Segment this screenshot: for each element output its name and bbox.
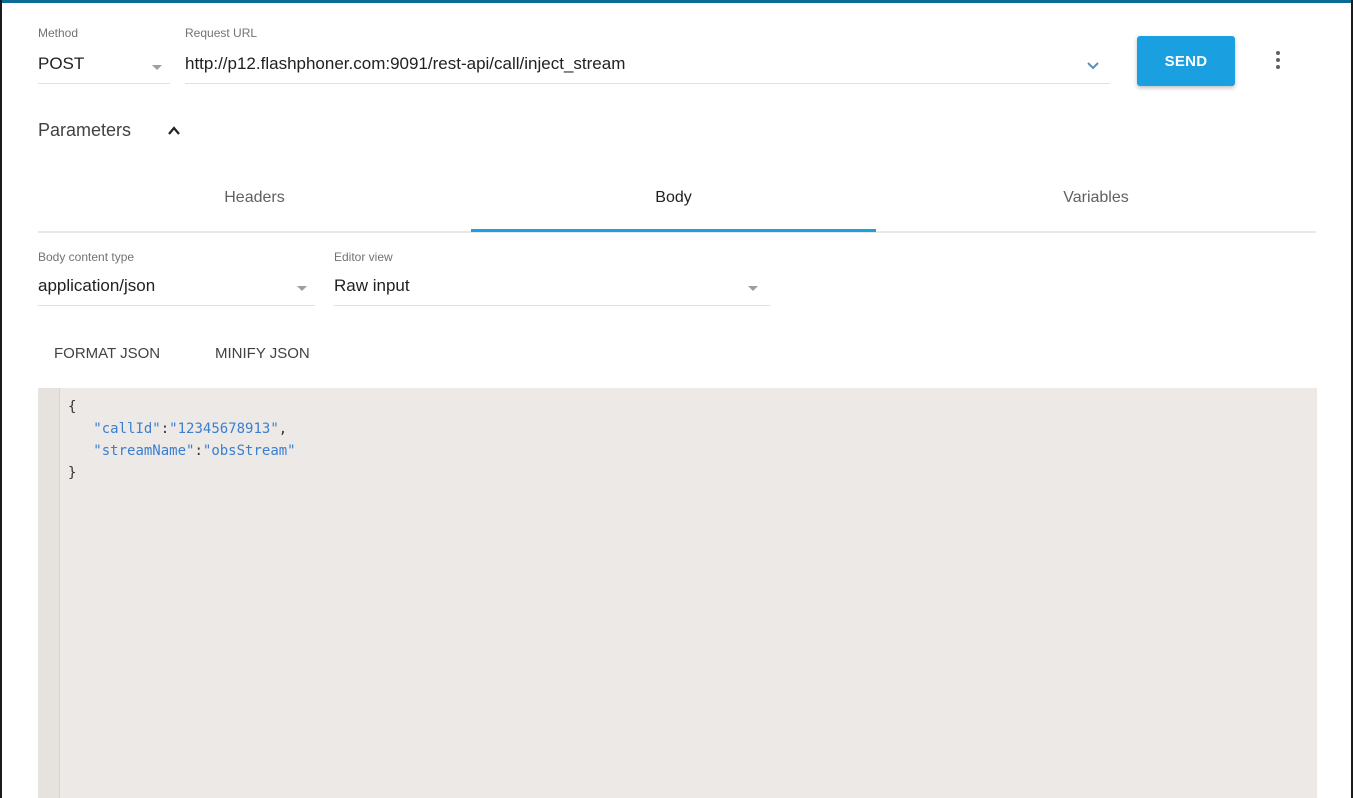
- content-type-select[interactable]: application/json: [38, 272, 315, 306]
- editor-gutter: [38, 388, 60, 798]
- parameters-title[interactable]: Parameters: [38, 120, 131, 141]
- json-key: "callId": [93, 421, 161, 437]
- content-type-label: Body content type: [38, 250, 135, 264]
- code-line: "streamName":"obsStream": [68, 440, 296, 462]
- send-button[interactable]: SEND: [1137, 36, 1235, 86]
- tab-body[interactable]: Body: [471, 165, 876, 231]
- json-colon: :: [160, 421, 170, 437]
- url-input[interactable]: http://p12.flashphoner.com:9091/rest-api…: [185, 50, 1110, 84]
- active-tab-indicator: [471, 229, 876, 232]
- dropdown-caret-icon: [297, 286, 307, 291]
- more-vertical-icon[interactable]: [1268, 48, 1288, 76]
- method-select[interactable]: POST: [38, 50, 170, 84]
- editor-view-select[interactable]: Raw input: [334, 272, 770, 306]
- code-line: "callId":"12345678913",: [68, 418, 296, 440]
- editor-view-value: Raw input: [334, 276, 410, 295]
- dropdown-caret-icon: [748, 286, 758, 291]
- code-line: {: [68, 396, 296, 418]
- json-open-brace: {: [68, 399, 77, 415]
- parameters-tabs: Headers Body Variables: [38, 165, 1316, 233]
- window-left-border: [0, 0, 2, 798]
- json-colon: :: [194, 443, 203, 459]
- json-comma: ,: [278, 421, 288, 437]
- json-value: "obsStream": [202, 443, 296, 459]
- method-value: POST: [38, 54, 85, 73]
- window-top-border: [0, 0, 1353, 3]
- format-json-button[interactable]: FORMAT JSON: [54, 338, 160, 368]
- tab-variables[interactable]: Variables: [876, 165, 1316, 231]
- json-value: "12345678913": [169, 421, 279, 437]
- dropdown-caret-icon: [152, 65, 162, 70]
- json-close-brace: }: [68, 465, 77, 481]
- url-label: Request URL: [185, 26, 258, 40]
- editor-view-label: Editor view: [334, 250, 393, 264]
- content-type-value: application/json: [38, 276, 156, 295]
- code-line: }: [68, 462, 296, 484]
- tab-headers[interactable]: Headers: [38, 165, 471, 231]
- chevron-down-icon[interactable]: [1086, 58, 1100, 72]
- method-label: Method: [38, 26, 79, 40]
- editor-code[interactable]: { "callId":"12345678913", "streamName":"…: [68, 396, 296, 484]
- minify-json-button[interactable]: MINIFY JSON: [215, 338, 310, 368]
- chevron-up-icon[interactable]: [166, 124, 182, 138]
- body-editor[interactable]: { "callId":"12345678913", "streamName":"…: [38, 388, 1317, 798]
- url-value: http://p12.flashphoner.com:9091/rest-api…: [185, 54, 626, 73]
- json-key: "streamName": [93, 443, 195, 459]
